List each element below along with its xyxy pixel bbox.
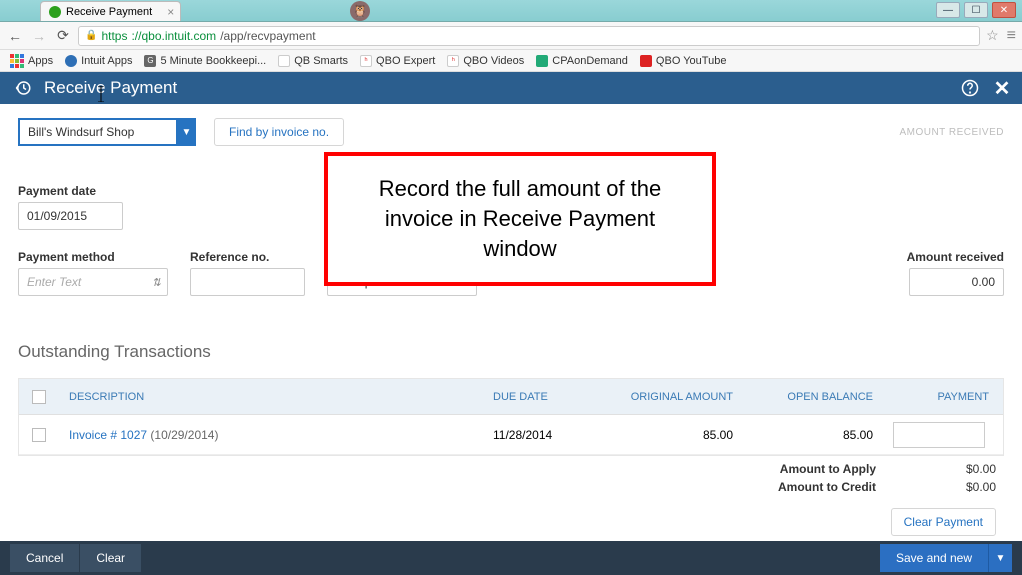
row-checkbox[interactable] <box>32 428 46 442</box>
transactions-table: DESCRIPTION DUE DATE ORIGINAL AMOUNT OPE… <box>18 378 1004 456</box>
amount-to-credit-value: $0.00 <box>936 480 996 494</box>
bookmark-icon: ʰ <box>360 55 372 67</box>
bookmark-icon <box>640 55 652 67</box>
bookmark-icon <box>278 55 290 67</box>
cell-due-date: 11/28/2014 <box>483 428 603 442</box>
col-payment: PAYMENT <box>883 391 1003 403</box>
cell-open-balance: 85.00 <box>743 428 883 442</box>
text-cursor-icon <box>96 86 106 102</box>
url-scheme: https <box>101 29 127 43</box>
save-dropdown-icon[interactable]: ▼ <box>988 544 1012 572</box>
back-button[interactable]: ← <box>6 27 24 45</box>
lock-icon: 🔒 <box>85 30 97 41</box>
bookmark-qboyt[interactable]: QBO YouTube <box>640 55 727 67</box>
window-close-icon[interactable]: ✕ <box>992 2 1016 18</box>
bookmarks-bar: Apps Intuit Apps G5 Minute Bookkeepi... … <box>0 50 1022 72</box>
history-icon[interactable] <box>14 79 32 97</box>
payment-date-input[interactable]: 01/09/2015 <box>18 202 123 230</box>
amount-to-apply-label: Amount to Apply <box>780 462 876 476</box>
amount-to-credit-label: Amount to Credit <box>778 480 876 494</box>
apps-grid-icon <box>10 54 24 68</box>
payment-method-label: Payment method <box>18 250 168 264</box>
payment-date-label: Payment date <box>18 184 123 198</box>
save-and-new-button[interactable]: Save and new <box>880 544 988 572</box>
reference-no-label: Reference no. <box>190 250 305 264</box>
bookmark-icon: G <box>144 55 156 67</box>
table-row: Invoice # 1027 (10/29/2014) 11/28/2014 8… <box>19 415 1003 455</box>
col-due-date: DUE DATE <box>483 391 603 403</box>
find-by-invoice-button[interactable]: Find by invoice no. <box>214 118 344 146</box>
col-original-amount: ORIGINAL AMOUNT <box>603 391 743 403</box>
bookmark-cpaod[interactable]: CPAonDemand <box>536 55 628 67</box>
window-controls: — ☐ ✕ <box>936 0 1016 20</box>
amount-to-apply-value: $0.00 <box>936 462 996 476</box>
tab-title: Receive Payment <box>66 6 152 18</box>
tab-close-icon[interactable]: × <box>167 5 174 19</box>
clear-button[interactable]: Clear <box>79 544 141 572</box>
customer-select-dropdown-icon[interactable]: ▼ <box>176 118 196 146</box>
customer-select-value: Bill's Windsurf Shop <box>20 125 194 139</box>
url-input[interactable]: 🔒 https ://qbo.intuit.com/app/recvpayment <box>78 26 980 46</box>
forward-button[interactable]: → <box>30 27 48 45</box>
close-panel-icon[interactable]: ✕ <box>992 78 1012 98</box>
apps-bookmark[interactable]: Apps <box>10 54 53 68</box>
browser-tab-strip: Receive Payment × 🦉 — ☐ ✕ <box>0 0 1022 22</box>
invoice-date: (10/29/2014) <box>150 428 218 442</box>
col-description: DESCRIPTION <box>59 391 483 403</box>
url-host: ://qbo.intuit.com <box>131 29 216 43</box>
reference-no-input[interactable] <box>190 268 305 296</box>
page-header: Receive Payment ✕ <box>0 72 1022 104</box>
bookmark-qbovideos[interactable]: ʰQBO Videos <box>447 55 524 67</box>
qbo-favicon <box>49 6 61 18</box>
cancel-button[interactable]: Cancel <box>10 544 79 572</box>
bookmark-5min[interactable]: G5 Minute Bookkeepi... <box>144 55 266 67</box>
browser-tab[interactable]: Receive Payment × <box>40 1 181 21</box>
browser-menu-icon[interactable]: ≡ <box>1007 27 1016 45</box>
reload-button[interactable]: ⟳ <box>54 27 72 45</box>
customer-select[interactable]: Bill's Windsurf Shop ▼ <box>18 118 196 146</box>
payment-amount-input[interactable] <box>893 422 985 448</box>
help-icon[interactable] <box>960 78 980 98</box>
page-title: Receive Payment <box>44 78 177 98</box>
col-open-balance: OPEN BALANCE <box>743 391 883 403</box>
payment-method-select[interactable]: Enter Text <box>18 268 168 296</box>
window-minimize-icon[interactable]: — <box>936 2 960 18</box>
instruction-callout: Record the full amount of the invoice in… <box>324 152 716 286</box>
url-path: /app/recvpayment <box>220 29 315 43</box>
bookmark-icon: ʰ <box>447 55 459 67</box>
clear-payment-button[interactable]: Clear Payment <box>891 508 996 536</box>
bookmark-qbsmarts[interactable]: QB Smarts <box>278 55 348 67</box>
invoice-link[interactable]: Invoice # 1027 <box>69 428 147 442</box>
bookmark-icon <box>536 55 548 67</box>
bookmark-star-icon[interactable]: ☆ <box>986 27 999 44</box>
select-all-checkbox[interactable] <box>32 390 46 404</box>
totals-section: Amount to Apply $0.00 Amount to Credit $… <box>18 462 1004 536</box>
bookmark-icon <box>65 55 77 67</box>
window-maximize-icon[interactable]: ☐ <box>964 2 988 18</box>
cell-original-amount: 85.00 <box>603 428 743 442</box>
callout-text: Record the full amount of the invoice in… <box>356 174 684 263</box>
amount-received-label: Amount received <box>907 250 1004 264</box>
address-bar: ← → ⟳ 🔒 https ://qbo.intuit.com/app/recvp… <box>0 22 1022 50</box>
extension-icon[interactable]: 🦉 <box>350 1 370 21</box>
footer-bar: Cancel Clear Save and new ▼ <box>0 541 1022 575</box>
amount-received-header: AMOUNT RECEIVED <box>899 127 1004 138</box>
main-content: Bill's Windsurf Shop ▼ Find by invoice n… <box>0 104 1022 568</box>
bookmark-qboexpert[interactable]: ʰQBO Expert <box>360 55 435 67</box>
table-header: DESCRIPTION DUE DATE ORIGINAL AMOUNT OPE… <box>19 379 1003 415</box>
bookmark-intuit-apps[interactable]: Intuit Apps <box>65 55 132 67</box>
outstanding-title: Outstanding Transactions <box>18 342 1004 362</box>
amount-received-input[interactable]: 0.00 <box>909 268 1004 296</box>
